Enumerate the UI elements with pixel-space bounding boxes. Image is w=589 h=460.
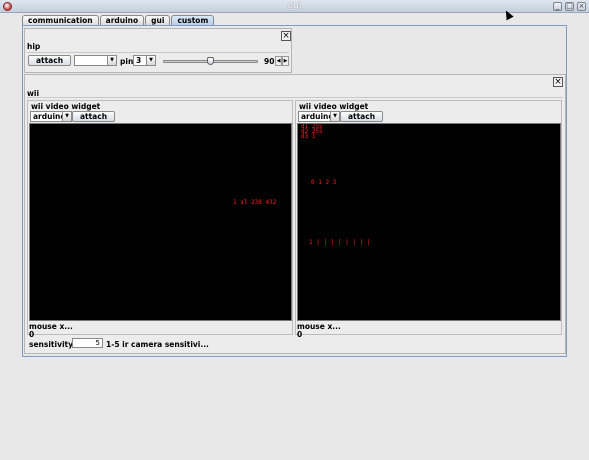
chevron-down-icon: ▼	[107, 56, 116, 65]
video-screen[interactable]: 1 sl 238 432	[29, 123, 292, 321]
tab-gui[interactable]: gui	[145, 15, 171, 25]
divider	[27, 52, 289, 53]
pin-label: pin	[120, 57, 134, 66]
hip-board-select[interactable]: ▼	[74, 55, 117, 66]
debug-line: d3 1	[301, 133, 316, 140]
minimize-icon[interactable]: _	[553, 2, 562, 11]
hip-title: hip	[27, 42, 41, 51]
hip-panel: × hip attach ▼ pin 3 ▼ 90 ◀ ▶	[24, 28, 292, 73]
hip-slider-value: 90	[264, 57, 275, 66]
tab-bar: communication arduino gui custom	[22, 15, 215, 25]
controller-value: arduino	[33, 112, 66, 121]
video-widget-title: wii video widget	[299, 102, 369, 111]
mouse-status: mouse x...	[29, 322, 73, 331]
title-bar: gui _ □ ×	[0, 0, 589, 13]
sensitivity-hint: 1-5 ir camera sensitivi...	[106, 340, 209, 349]
video-widget-title: wii video widget	[31, 102, 101, 111]
video-attach-button[interactable]: attach	[340, 111, 383, 122]
close-window-icon[interactable]: ×	[577, 2, 586, 11]
hip-attach-button[interactable]: attach	[28, 55, 71, 66]
pin-value: 3	[136, 56, 142, 65]
video-attach-button[interactable]: attach	[72, 111, 115, 122]
tab-arduino[interactable]: arduino	[99, 15, 145, 25]
controller-select[interactable]: arduino ▼	[30, 111, 72, 122]
video-widget-1: wii video widget arduino ▼ attach 1 sl 2…	[27, 100, 293, 339]
ir-level-bars: 1 | | | | | | | |	[309, 239, 371, 246]
divider	[27, 97, 563, 98]
chevron-down-icon: ▼	[146, 56, 155, 65]
wii-close-icon[interactable]: ×	[553, 77, 563, 87]
tab-communication[interactable]: communication	[22, 15, 99, 25]
mouse-value: 0	[29, 330, 35, 339]
maximize-icon[interactable]: □	[565, 2, 574, 11]
chevron-down-icon: ▼	[62, 112, 71, 121]
chevron-down-icon: ▼	[330, 112, 339, 121]
sensitivity-label: sensitivity:	[29, 340, 77, 349]
window-title: gui	[287, 1, 302, 11]
controller-value: arduino	[301, 112, 334, 121]
ir-point-label: 1 sl 238 432	[233, 199, 277, 206]
spin-right-icon[interactable]: ▶	[282, 56, 289, 66]
sensitivity-input[interactable]: 5	[72, 338, 103, 348]
hip-close-icon[interactable]: ×	[281, 31, 291, 41]
controller-select[interactable]: arduino ▼	[298, 111, 340, 122]
spin-left-icon[interactable]: ◀	[275, 56, 282, 66]
video-screen[interactable]: d1 255 d2 255 d3 1 0 1 2 3 1 | | | | | |…	[297, 123, 561, 321]
tab-custom[interactable]: custom	[171, 15, 215, 25]
mouse-value: 0	[297, 330, 303, 339]
video-widget-2: wii video widget arduino ▼ attach d1 255…	[295, 100, 562, 339]
pin-select[interactable]: 3 ▼	[133, 55, 156, 66]
ir-index-labels: 0 1 2 3	[311, 179, 337, 186]
wii-panel: × wii wii video widget arduino ▼ attach …	[24, 74, 566, 354]
mouse-status: mouse x...	[297, 322, 341, 331]
hip-slider-thumb[interactable]	[207, 57, 214, 65]
